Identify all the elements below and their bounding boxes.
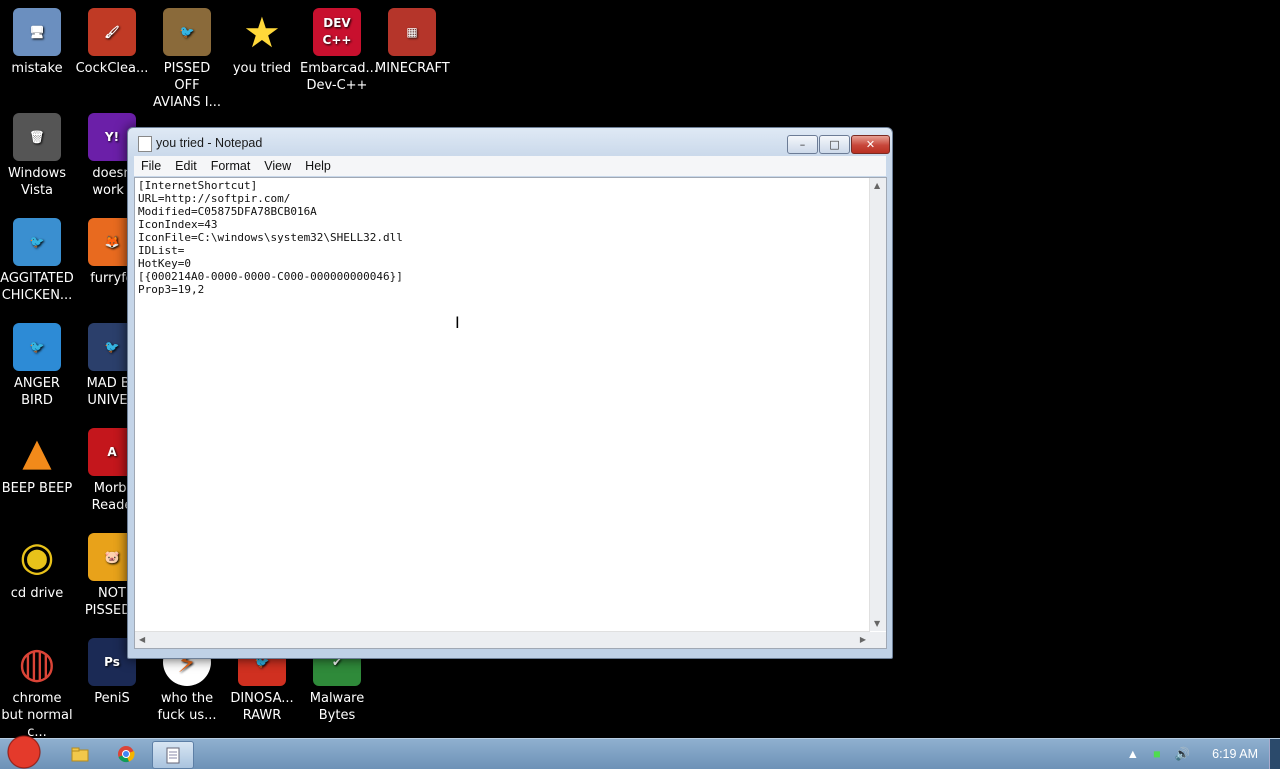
minimize-button[interactable]: – [787, 135, 818, 154]
menu-edit[interactable]: Edit [168, 159, 204, 173]
desktop-icon-label: cd drive [10, 586, 64, 601]
show-hidden-icons-icon[interactable]: ▲ [1127, 747, 1139, 761]
show-desktop-button[interactable] [1269, 739, 1280, 769]
chrome-taskbar-icon[interactable] [106, 741, 146, 767]
minecraft-icon: ▦ [388, 8, 436, 56]
desktop-icon[interactable]: ▲ BEEP BEEP [0, 428, 74, 497]
desktop-icon[interactable]: 🗑 Windows Vista [0, 113, 74, 199]
desktop-icon-label: chrome but normal c... [1, 691, 73, 740]
desktop-icon[interactable]: 🖥 mistake [0, 8, 74, 77]
explorer-taskbar-icon[interactable] [60, 741, 100, 767]
notepad-taskbar-icon[interactable] [152, 741, 194, 769]
desktop-icon-label: Embarcad... Dev-C++ [300, 61, 378, 93]
volume-icon[interactable]: 🔊 [1175, 747, 1191, 762]
desktop-icon-label: PeniS [94, 691, 130, 706]
trash-icon: 🗑 [13, 113, 61, 161]
maximize-button[interactable]: □ [819, 135, 850, 154]
angry-bird-icon: 🐦 [13, 218, 61, 266]
title-bar[interactable]: you tried - Notepad – □ ✕ [128, 128, 892, 156]
desktop-icon-label: you tried [232, 61, 292, 76]
desktop-icon-label: Windows Vista [7, 166, 67, 198]
brush-icon: 🖌 [88, 8, 136, 56]
start-button[interactable] [2, 735, 46, 769]
desktop-icon-label: CockClea... [75, 61, 149, 76]
window-title: you tried - Notepad [156, 136, 263, 150]
text-cursor-icon: I [455, 313, 460, 332]
scroll-right-icon[interactable]: ▶ [860, 635, 866, 644]
desktop-icon-label: PISSED OFF AVIANS I... [152, 61, 222, 110]
system-tray: ▲ ■ 🔊 6:19 AM [1113, 739, 1268, 769]
desktop-icon[interactable]: ◉ cd drive [0, 533, 74, 602]
desktop-icon[interactable]: ★ you tried [225, 8, 299, 77]
editor-text[interactable]: [InternetShortcut] URL=http://softpir.co… [138, 179, 403, 296]
desktop-icon-label: BEEP BEEP [1, 481, 73, 496]
desktop-icon[interactable]: 🐦 AGGITATED CHICKEN... [0, 218, 74, 304]
desktop-icon-label: AGGITATED CHICKEN... [0, 271, 74, 303]
scroll-down-icon[interactable]: ▼ [874, 619, 880, 628]
close-button[interactable]: ✕ [851, 135, 890, 154]
menu-help[interactable]: Help [298, 159, 338, 173]
desktop-icon[interactable]: ◍ chrome but normal c... [0, 638, 74, 741]
notepad-window[interactable]: you tried - Notepad – □ ✕ File Edit Form… [127, 127, 893, 659]
desktop-icon-label: who the fuck us... [157, 691, 217, 723]
menu-view[interactable]: View [257, 159, 298, 173]
angry-bird-seasons-icon: 🐦 [163, 8, 211, 56]
desktop-icon[interactable]: ▦ MINECRAFT [375, 8, 450, 77]
vertical-scrollbar[interactable]: ▲ ▼ [869, 178, 886, 631]
cd-icon: ◉ [13, 533, 61, 581]
devcpp-icon: DEV C++ [313, 8, 361, 56]
desktop-icon[interactable]: 🐦 PISSED OFF AVIANS I... [150, 8, 224, 111]
scroll-left-icon[interactable]: ◀ [139, 635, 145, 644]
menu-file[interactable]: File [134, 159, 168, 173]
menu-bar: File Edit Format View Help [134, 156, 886, 176]
star-icon: ★ [238, 8, 286, 56]
clock[interactable]: 6:19 AM [1212, 747, 1258, 761]
desktop-icon-label: mistake [11, 61, 63, 76]
menu-format[interactable]: Format [204, 159, 258, 173]
desktop-icon[interactable]: 🐦 ANGER BIRD [0, 323, 74, 409]
horizontal-scrollbar[interactable]: ◀ ▶ [135, 631, 870, 648]
scrollbar-corner [870, 632, 886, 648]
angry-bird-icon: 🐦 [13, 323, 61, 371]
taskbar: ▲ ■ 🔊 6:19 AM [0, 735, 1280, 769]
desktop-icon-label: ANGER BIRD [14, 376, 60, 408]
power-icon[interactable]: ■ [1153, 747, 1161, 761]
desktop-icon-label: Malware Bytes [309, 691, 365, 723]
desktop-icon[interactable]: 🖌 CockClea... [75, 8, 149, 77]
text-editor[interactable]: [InternetShortcut] URL=http://softpir.co… [134, 177, 887, 649]
desktop-icon-label: DINOSA... RAWR [230, 691, 294, 723]
vlc-icon: ▲ [13, 428, 61, 476]
chrome-icon: ◍ [13, 638, 61, 686]
computer-icon: 🖥 [13, 8, 61, 56]
desktop-icon-label: MINECRAFT [375, 61, 450, 76]
scroll-up-icon[interactable]: ▲ [874, 181, 880, 190]
desktop-icon[interactable]: DEV C++ Embarcad... Dev-C++ [300, 8, 378, 94]
notepad-icon [138, 136, 152, 152]
